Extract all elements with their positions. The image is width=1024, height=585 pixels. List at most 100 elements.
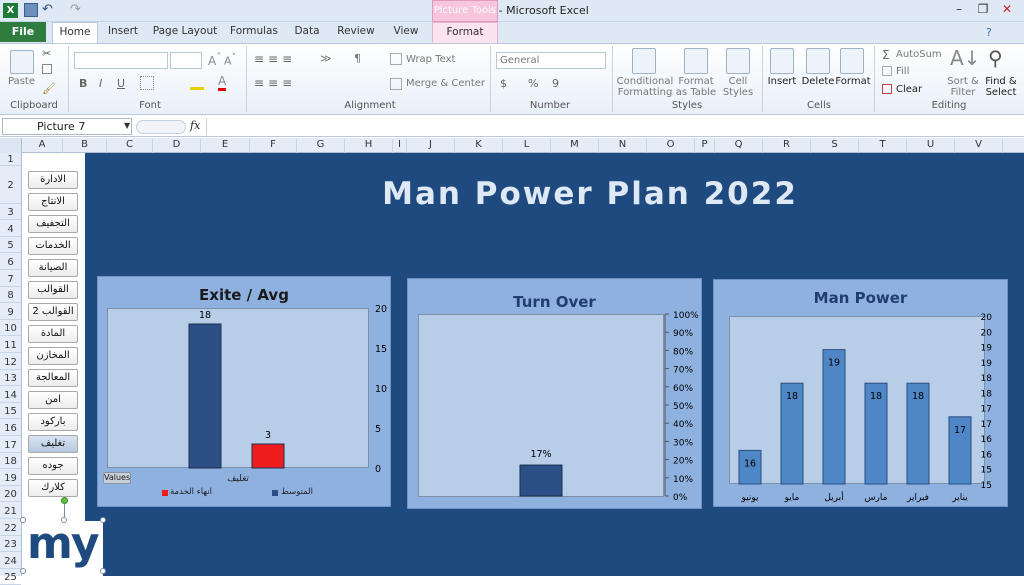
row-header[interactable]: 1 — [0, 153, 21, 166]
tab-view[interactable]: View — [388, 22, 424, 43]
row-header[interactable]: 14 — [0, 388, 21, 403]
resize-handle[interactable] — [100, 517, 106, 523]
close-icon[interactable]: ✕ — [996, 2, 1018, 18]
column-header[interactable]: D — [153, 139, 201, 153]
column-header[interactable]: B — [63, 139, 107, 153]
column-header[interactable]: U — [907, 139, 955, 153]
slicer-item[interactable]: القوالب 2 — [28, 303, 78, 321]
tab-home[interactable]: Home — [52, 22, 98, 43]
paste-icon[interactable] — [10, 50, 34, 74]
comma-button[interactable]: 9 — [552, 77, 559, 90]
row-header[interactable]: 10 — [0, 321, 21, 337]
slicer-item[interactable]: تغليف — [28, 435, 78, 453]
slicer-item[interactable]: المخازن — [28, 347, 78, 365]
help-icon[interactable]: ? — [986, 26, 992, 39]
tab-insert[interactable]: Insert — [104, 22, 142, 43]
paste-button[interactable]: Paste — [8, 76, 35, 87]
currency-button[interactable]: $ — [500, 77, 507, 90]
slicer-item[interactable]: القوالب — [28, 281, 78, 299]
row-header[interactable]: 3 — [0, 205, 21, 221]
slicer-item[interactable]: امن — [28, 391, 78, 409]
slicer-item[interactable]: جوده — [28, 457, 78, 475]
format-as-table-button[interactable]: Format as Table — [674, 76, 718, 98]
slicer-item[interactable]: الصيانة — [28, 259, 78, 277]
indent-icon[interactable]: ¶ — [354, 52, 361, 65]
column-header[interactable]: V — [955, 139, 1003, 153]
format-cells-button[interactable]: Format — [834, 76, 872, 87]
row-header[interactable]: 4 — [0, 222, 21, 237]
row-header[interactable]: 19 — [0, 471, 21, 486]
row-header[interactable]: 6 — [0, 255, 21, 270]
column-header[interactable]: H — [345, 139, 393, 153]
resize-handle[interactable] — [20, 568, 26, 574]
row-header[interactable]: 8 — [0, 288, 21, 304]
column-header[interactable]: I — [393, 139, 407, 153]
slicer-item[interactable]: التجفيف — [28, 215, 78, 233]
select-all-corner[interactable] — [0, 138, 22, 153]
slicer-item[interactable]: الخدمات — [28, 237, 78, 255]
borders-icon[interactable] — [140, 76, 154, 90]
restore-icon[interactable]: ❐ — [972, 2, 994, 18]
tab-review[interactable]: Review — [334, 22, 378, 43]
column-header[interactable]: E — [201, 139, 250, 153]
row-header[interactable]: 18 — [0, 454, 21, 470]
resize-handle[interactable] — [20, 517, 26, 523]
formula-bar-splitter[interactable] — [136, 120, 186, 134]
font-color-icon[interactable]: A — [218, 74, 227, 91]
column-header[interactable]: M — [551, 139, 599, 153]
tab-format[interactable]: Format — [432, 22, 498, 43]
row-header[interactable]: 16 — [0, 421, 21, 436]
column-header[interactable]: G — [297, 139, 345, 153]
conditional-formatting-button[interactable]: Conditional Formatting — [616, 76, 674, 98]
font-name-select[interactable] — [74, 52, 168, 69]
column-header[interactable]: K — [455, 139, 503, 153]
copy-icon[interactable] — [42, 64, 52, 74]
sort-filter-button[interactable]: Sort & Filter — [946, 76, 980, 98]
tab-formulas[interactable]: Formulas — [228, 22, 280, 43]
column-header[interactable]: C — [107, 139, 153, 153]
column-header[interactable]: N — [599, 139, 647, 153]
autosum-button[interactable]: AutoSum — [896, 49, 942, 60]
orientation-icon[interactable]: ≫ — [320, 52, 332, 65]
chevron-down-icon[interactable]: ▼ — [124, 121, 130, 130]
column-header[interactable]: F — [250, 139, 297, 153]
percent-button[interactable]: % — [528, 77, 538, 90]
cell-styles-button[interactable]: Cell Styles — [718, 76, 758, 98]
slicer-item[interactable]: الادارة — [28, 171, 78, 189]
clear-button[interactable]: Clear — [896, 84, 922, 95]
column-header[interactable]: T — [859, 139, 907, 153]
slicer-item[interactable]: المعالجة — [28, 369, 78, 387]
slicer-item[interactable]: كلارك — [28, 479, 78, 497]
name-box[interactable]: Picture 7 — [2, 118, 132, 135]
row-header[interactable]: 13 — [0, 371, 21, 387]
column-header[interactable]: L — [503, 139, 551, 153]
row-header[interactable]: 11 — [0, 338, 21, 353]
slicer-item[interactable]: باركود — [28, 413, 78, 431]
row-header[interactable]: 5 — [0, 238, 21, 254]
horizontal-align-icons[interactable]: ≡≡≡ — [254, 76, 296, 90]
cut-icon[interactable]: ✂ — [42, 47, 51, 60]
bold-button[interactable]: B — [79, 77, 87, 90]
column-header[interactable]: A — [22, 139, 63, 153]
column-header[interactable]: S — [811, 139, 859, 153]
slicer-item[interactable]: الانتاج — [28, 193, 78, 211]
delete-cells-button[interactable]: Delete — [800, 76, 836, 87]
row-header[interactable]: 20 — [0, 487, 21, 503]
column-header[interactable]: P — [695, 139, 715, 153]
resize-handle[interactable] — [100, 568, 106, 574]
find-select-button[interactable]: Find & Select — [982, 76, 1020, 98]
row-header[interactable]: 23 — [0, 537, 21, 553]
insert-cells-button[interactable]: Insert — [766, 76, 798, 87]
font-size-select[interactable] — [170, 52, 202, 69]
shrink-font-icon[interactable]: A˅ — [224, 52, 236, 68]
row-header[interactable]: 21 — [0, 504, 21, 519]
row-header[interactable]: 2 — [0, 168, 21, 204]
grow-font-icon[interactable]: A˄ — [208, 52, 221, 68]
slicer-item[interactable]: المادة — [28, 325, 78, 343]
minimize-icon[interactable]: – — [948, 2, 970, 18]
wrap-text-button[interactable]: Wrap Text — [406, 54, 455, 65]
resize-handle[interactable] — [61, 517, 67, 523]
row-header[interactable]: 7 — [0, 272, 21, 287]
tab-page-layout[interactable]: Page Layout — [152, 22, 218, 43]
italic-button[interactable]: I — [99, 77, 102, 90]
